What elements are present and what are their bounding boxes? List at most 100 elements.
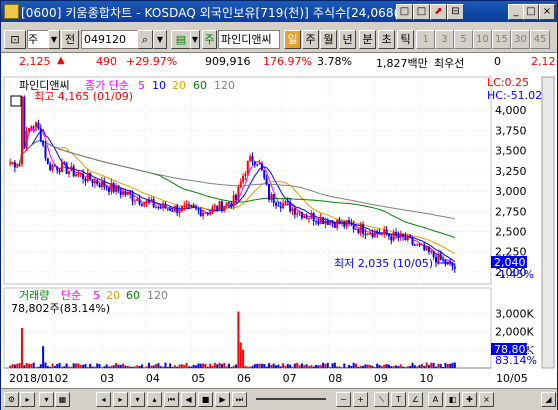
scale-icon[interactable]: ▾ <box>39 392 54 407</box>
maximize-button[interactable]: □ <box>523 4 539 20</box>
candle-body <box>171 210 174 212</box>
window-copy-button[interactable]: □ <box>413 4 430 20</box>
period-30[interactable]: 30 <box>511 30 530 49</box>
volume-bar <box>82 364 85 368</box>
candle-body <box>131 193 134 201</box>
candle-body <box>383 229 386 234</box>
x-tick-label: 09 <box>374 372 388 385</box>
grid-toggle-icon[interactable]: ▦ <box>55 392 70 407</box>
stock-code-input[interactable]: 049120 <box>81 30 139 49</box>
minimize-button[interactable]: _ <box>508 4 524 20</box>
volume-bar <box>211 365 214 368</box>
vertical-scrollbar[interactable] <box>541 76 555 369</box>
volume-bar <box>423 365 426 368</box>
text-tool-icon[interactable]: T <box>391 392 406 407</box>
volume-bar <box>357 366 360 368</box>
candle-body <box>404 236 407 241</box>
volume-bar <box>129 366 132 368</box>
zoom-slider[interactable] <box>256 398 326 400</box>
chevron-down-icon[interactable]: ▼ <box>190 30 200 49</box>
scroll-left-icon[interactable]: ◂ <box>96 392 111 407</box>
chevron-down-icon[interactable]: ▼ <box>48 30 60 49</box>
window-pin-button[interactable]: ⬈ <box>430 4 447 20</box>
collapse-icon[interactable]: ▴ <box>147 392 162 407</box>
current-volume-rate: 83.14% <box>495 354 537 367</box>
resize-grip-icon[interactable]: ◢ <box>541 392 556 407</box>
zoom-out-icon[interactable]: ▸ <box>20 392 35 407</box>
tab-month[interactable]: 월 <box>320 30 337 49</box>
zoom-plus-icon[interactable]: + <box>353 392 368 407</box>
volume-tick-label: 2,000K <box>495 326 534 339</box>
settings-icon[interactable]: ⚙ <box>4 392 19 407</box>
candle-body <box>27 128 30 132</box>
tab-minute[interactable]: 분 <box>359 30 376 49</box>
window-layout-button[interactable]: ⊟ <box>447 4 464 20</box>
prev-icon[interactable]: ◀ <box>181 392 196 407</box>
period-15[interactable]: 15 <box>492 30 511 49</box>
draw-line-icon[interactable]: ⟍ <box>374 392 389 407</box>
volume-bar <box>420 363 423 368</box>
volume-bar <box>164 362 167 368</box>
period-45[interactable]: 45 <box>530 30 550 49</box>
candle-body <box>319 217 322 224</box>
period-5[interactable]: 5 <box>454 30 473 49</box>
fill-icon[interactable]: ◧ <box>445 392 460 407</box>
volume-bar <box>395 365 398 368</box>
scroll-right-icon[interactable]: ▸ <box>113 392 128 407</box>
tab-year[interactable]: 년 <box>339 30 356 49</box>
search-icon[interactable]: ⌕ <box>137 30 153 49</box>
stop-icon[interactable]: ■ <box>198 392 213 407</box>
volume-bar <box>338 366 341 368</box>
volume-bar <box>272 363 275 368</box>
stock-mark-icon[interactable]: 주 <box>202 30 217 49</box>
lc-label: LC:0.25 <box>487 76 529 89</box>
stock-chart[interactable]: 4,0003,7503,5003,2503,0002,7502,5002,250… <box>1 70 557 390</box>
first-icon[interactable]: ⏮ <box>164 392 179 407</box>
candle-body <box>350 223 353 225</box>
chart-area[interactable]: 4,000 3,750 3,500 3,250 3,000 2,750 2,500 2,250… <box>1 70 557 390</box>
volume-bar <box>58 362 61 368</box>
period-10[interactable]: 10 <box>473 30 492 49</box>
period-3[interactable]: 3 <box>435 30 454 49</box>
type-select[interactable]: 주 <box>27 30 49 49</box>
candle-body <box>282 203 285 209</box>
candle-body <box>155 206 158 208</box>
best-label: 최우선 <box>434 57 465 70</box>
candle-body <box>23 96 26 149</box>
candle-body <box>218 201 221 211</box>
candle-body <box>249 156 252 162</box>
close-tool-icon[interactable]: × <box>479 392 494 407</box>
text-icon[interactable]: A <box>428 392 443 407</box>
volume-bar <box>213 362 216 368</box>
period-1[interactable]: 1 <box>416 30 435 49</box>
last-icon[interactable]: ⏭ <box>232 392 247 407</box>
candle-body <box>307 218 310 220</box>
tab-tick[interactable]: 틱 <box>397 30 414 49</box>
candle-body <box>39 128 42 142</box>
candle-body <box>275 202 278 206</box>
candle-body <box>176 205 179 213</box>
expand-icon[interactable]: ▾ <box>130 392 145 407</box>
panel-handle-icon[interactable] <box>10 95 22 107</box>
next-icon[interactable]: ▶ <box>215 392 230 407</box>
crosshair-icon[interactable]: ✚ <box>462 392 477 407</box>
chevron-down-icon[interactable]: ▼ <box>153 30 167 49</box>
volume-bar <box>289 364 292 368</box>
tab-second[interactable]: 초 <box>378 30 395 49</box>
volume-bar <box>305 364 308 368</box>
volume-bar <box>150 365 153 368</box>
tab-day[interactable]: 일 <box>284 30 301 49</box>
toolbar: ⊡ 주 ▼ 전 049120 ⌕ ▼ ▤ ▼ 주 파인디앤씨 일 주 월 년 분… <box>1 23 557 51</box>
tab-week[interactable]: 주 <box>302 30 319 49</box>
prev-button[interactable]: 전 <box>61 30 79 49</box>
volume-bar <box>350 365 353 368</box>
window-link-button[interactable]: □ <box>396 4 413 20</box>
volume-bar <box>110 365 113 368</box>
zoom-minus-icon[interactable]: − <box>336 392 351 407</box>
grid-icon[interactable]: ▤ <box>171 30 191 49</box>
angle-tool-icon[interactable]: ∠ <box>408 392 423 407</box>
candle-body <box>369 233 372 235</box>
candle-body <box>392 232 395 241</box>
close-button[interactable]: × <box>539 4 555 20</box>
chart-icon-button[interactable]: ⊡ <box>4 30 26 49</box>
